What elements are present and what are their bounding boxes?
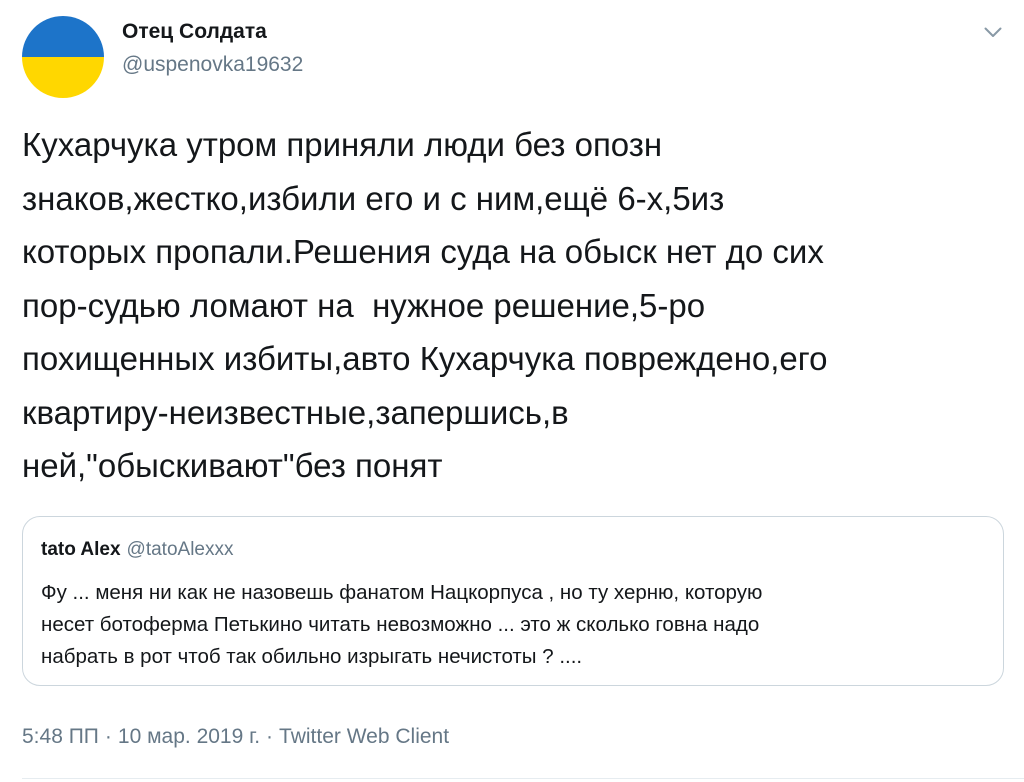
meta-separator: · — [266, 725, 274, 748]
divider — [22, 778, 1024, 779]
tweet-metadata: 5:48 ПП · 10 мар. 2019 г. · Twitter Web Clie… — [22, 725, 449, 749]
quoted-tweet-text: Фу ... меня ни как не назовешь фанатом Н… — [41, 581, 763, 668]
tweet-time[interactable]: 5:48 ПП — [22, 725, 99, 748]
flag-blue-stripe — [22, 16, 104, 57]
flag-yellow-stripe — [22, 57, 104, 98]
quoted-tweet-header: tato Alex @tatoAlexxx — [41, 539, 234, 561]
author-handle[interactable]: @uspenovka19632 — [122, 53, 303, 77]
quoted-author-handle: @tatoAlexxx — [126, 539, 234, 560]
meta-separator: · — [104, 725, 112, 748]
chevron-down-icon[interactable] — [980, 22, 1006, 42]
tweet-date[interactable]: 10 мар. 2019 г. — [118, 725, 260, 748]
quoted-tweet[interactable]: tato Alex @tatoAlexxx Фу ... меня ни как … — [22, 516, 1004, 686]
avatar[interactable] — [22, 16, 104, 98]
quoted-author-name: tato Alex — [41, 539, 121, 560]
tweet-client[interactable]: Twitter Web Client — [279, 725, 449, 748]
tweet-text: Кухарчука утром приняли люди без опозн з… — [22, 126, 828, 484]
tweet-card: Отец Солдата @uspenovka19632 Кухарчука у… — [0, 0, 1024, 782]
author-display-name[interactable]: Отец Солдата — [122, 20, 267, 44]
